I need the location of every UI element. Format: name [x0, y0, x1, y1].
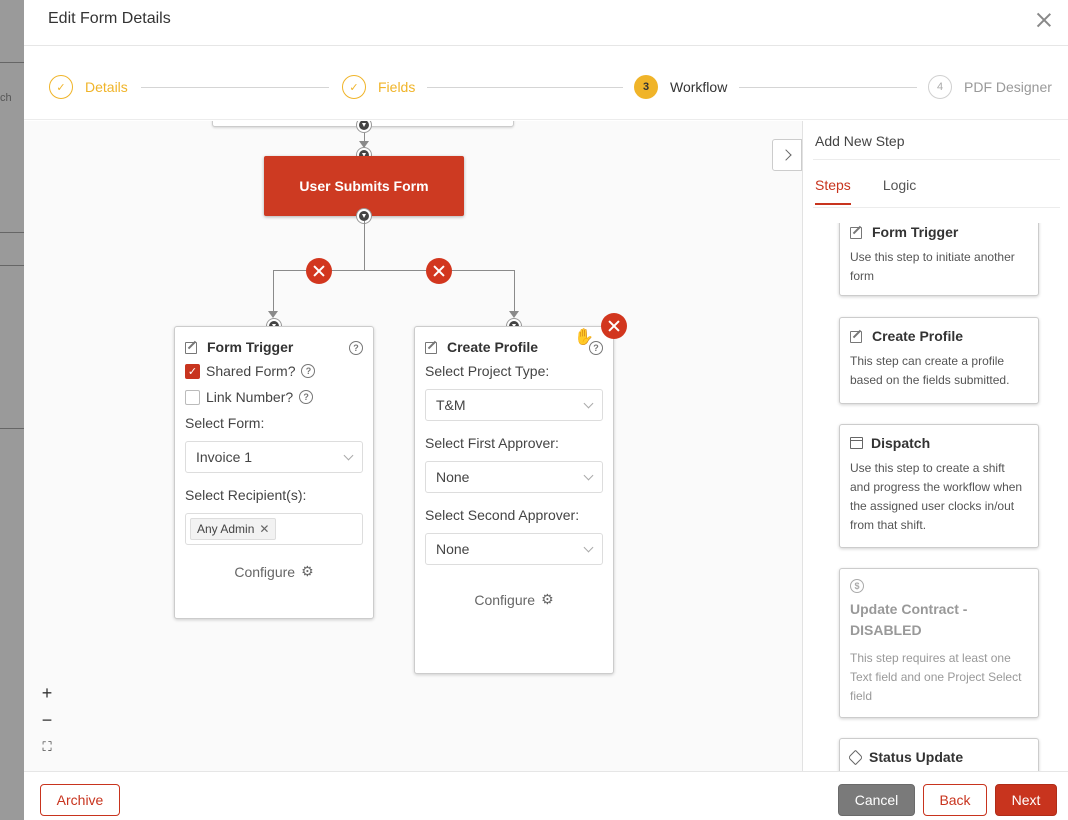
form-trigger-card[interactable]: Form Trigger ? ✓ Shared Form? ? Link Num…: [174, 326, 374, 619]
project-type-label: Select Project Type:: [425, 363, 550, 379]
steps-list[interactable]: Form Trigger Use this step to initiate a…: [803, 223, 1068, 771]
step-workflow[interactable]: 3 Workflow: [634, 75, 727, 99]
step-details[interactable]: ✓ Details: [49, 75, 128, 99]
sidebar-tabs: Steps Logic: [815, 177, 916, 205]
edit-icon: [850, 225, 864, 239]
tag-icon: [847, 749, 864, 765]
configure-button[interactable]: Configure ⚙: [425, 591, 603, 608]
modal-title: Edit Form Details: [48, 10, 171, 27]
help-icon[interactable]: ?: [349, 341, 363, 355]
zoom-in-button[interactable]: +: [36, 682, 58, 704]
step-number: 4: [928, 75, 952, 99]
chevron-down-icon: [583, 398, 594, 408]
link-number-checkbox[interactable]: [185, 389, 200, 405]
second-approver-dropdown[interactable]: None: [425, 533, 603, 565]
calendar-icon: [850, 437, 863, 449]
stepper: ✓ Details ✓ Fields 3 Workflow 4 PDF Desi…: [24, 46, 1068, 120]
create-profile-card[interactable]: Create Profile ? Select Project Type: T&…: [414, 326, 614, 674]
modal-header: Edit Form Details: [24, 0, 1068, 46]
tab-steps[interactable]: Steps: [815, 177, 851, 205]
fit-view-button[interactable]: ⛶: [36, 736, 58, 758]
select-form-dropdown[interactable]: Invoice 1: [185, 441, 363, 473]
project-type-dropdown[interactable]: T&M: [425, 389, 603, 421]
step-pdf-designer[interactable]: 4 PDF Designer: [928, 75, 1052, 99]
back-button[interactable]: Back: [923, 784, 987, 816]
step-card-form-trigger[interactable]: Form Trigger Use this step to initiate a…: [839, 223, 1039, 296]
configure-button[interactable]: Configure ⚙: [185, 563, 363, 580]
second-approver-label: Select Second Approver:: [425, 507, 580, 523]
chevron-down-icon: [583, 542, 594, 552]
edit-form-modal: Edit Form Details ✓ Details ✓ Fields 3 W…: [24, 0, 1068, 820]
step-fields[interactable]: ✓ Fields: [342, 75, 415, 99]
connector-dot[interactable]: [357, 121, 371, 132]
link-number-row: Link Number? ?: [185, 389, 363, 405]
check-icon: ✓: [49, 75, 73, 99]
check-icon: ✓: [342, 75, 366, 99]
chevron-down-icon: [583, 470, 594, 480]
close-icon[interactable]: [1034, 10, 1054, 30]
remove-tag-icon[interactable]: ✕: [259, 522, 269, 536]
sidebar-title: Add New Step: [815, 133, 905, 149]
first-approver-dropdown[interactable]: None: [425, 461, 603, 493]
help-icon[interactable]: ?: [299, 390, 314, 404]
chevron-down-icon: [343, 450, 354, 460]
background-text: ch: [0, 92, 12, 104]
recipients-label: Select Recipient(s):: [185, 487, 307, 503]
next-button[interactable]: Next: [995, 784, 1057, 816]
workflow-canvas[interactable]: User Submits Form Form Trigger ? ✓ Share…: [24, 121, 802, 771]
card-title: Create Profile: [447, 339, 539, 355]
delete-branch-button[interactable]: [306, 258, 332, 284]
zoom-out-button[interactable]: −: [36, 709, 58, 731]
step-card-update-contract: $ Update Contract - DISABLED This step r…: [839, 568, 1039, 718]
first-approver-label: Select First Approver:: [425, 435, 559, 451]
step-card-dispatch[interactable]: Dispatch Use this step to create a shift…: [839, 424, 1039, 548]
gear-icon: ⚙: [301, 563, 314, 579]
delete-node-button[interactable]: [601, 313, 627, 339]
archive-button[interactable]: Archive: [40, 784, 120, 816]
collapse-sidebar-button[interactable]: [772, 139, 802, 171]
edit-icon: [185, 340, 199, 354]
gear-icon: ⚙: [541, 591, 554, 607]
select-form-label: Select Form:: [185, 415, 265, 431]
add-step-sidebar: Add New Step Steps Logic Form Trigger Us…: [802, 121, 1068, 771]
dollar-icon: $: [850, 579, 864, 593]
card-title: Form Trigger: [207, 339, 294, 355]
hand-cursor-icon: ✋: [574, 329, 594, 346]
step-number: 3: [634, 75, 658, 99]
background-app-strip: ch: [0, 0, 24, 820]
tab-logic[interactable]: Logic: [883, 177, 916, 205]
modal-footer: Archive Cancel Back Next: [24, 771, 1068, 820]
recipients-input[interactable]: Any Admin ✕: [185, 513, 363, 545]
shared-form-checkbox[interactable]: ✓: [185, 363, 200, 379]
edit-icon: [425, 340, 439, 354]
cancel-button[interactable]: Cancel: [838, 784, 915, 816]
step-card-create-profile[interactable]: Create Profile This step can create a pr…: [839, 317, 1039, 404]
delete-branch-button[interactable]: [426, 258, 452, 284]
step-card-status-update[interactable]: Status Update: [839, 738, 1039, 771]
edit-icon: [850, 329, 864, 343]
help-icon[interactable]: ?: [301, 364, 316, 378]
recipient-tag: Any Admin ✕: [190, 518, 277, 540]
shared-form-row: ✓ Shared Form? ?: [185, 363, 363, 379]
user-submits-form-node[interactable]: User Submits Form: [264, 156, 464, 216]
chevron-right-icon: [779, 149, 792, 161]
